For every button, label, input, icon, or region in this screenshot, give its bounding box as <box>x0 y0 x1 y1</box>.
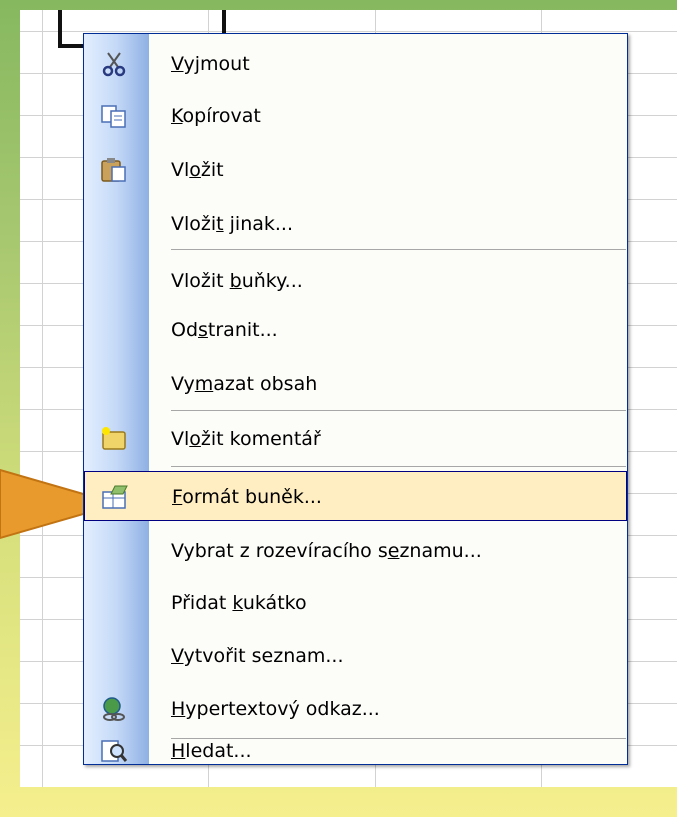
menu-separator <box>171 249 626 250</box>
menu-item-paste[interactable]: Vložit <box>84 145 627 195</box>
menu-item-clear-contents[interactable]: Vymazat obsah <box>84 359 627 409</box>
menu-item-label: Hypertextový odkaz... <box>171 698 380 720</box>
menu-item-label: Vložit buňky... <box>171 270 303 292</box>
menu-item-hyperlink[interactable]: Hypertextový odkaz... <box>84 684 627 734</box>
menu-item-label: Formát buněk... <box>172 486 322 508</box>
menu-item-delete[interactable]: Odstranit... <box>84 305 627 355</box>
menu-item-label: Hledat... <box>171 740 252 762</box>
menu-item-create-list[interactable]: Vytvořit seznam... <box>84 631 627 681</box>
menu-item-paste-special[interactable]: Vložit jinak... <box>84 199 627 249</box>
menu-item-label: Vytvořit seznam... <box>171 645 344 667</box>
menu-item-insert-cells[interactable]: Vložit buňky... <box>84 256 627 306</box>
copy-icon <box>101 105 126 128</box>
menu-item-label: Přidat kukátko <box>171 592 307 614</box>
menu-item-add-watch[interactable]: Přidat kukátko <box>84 578 627 628</box>
menu-item-cut[interactable]: Vyjmout <box>84 39 627 89</box>
menu-item-research[interactable]: Hledat... <box>84 739 627 763</box>
hyperlink-icon <box>103 697 125 721</box>
menu-item-label: Kopírovat <box>171 105 261 127</box>
context-menu: Vyjmout Kopírovat Vložit Vložit jinak...… <box>83 33 628 765</box>
paste-icon <box>101 158 126 182</box>
insert-comment-icon <box>102 427 126 450</box>
menu-item-format-cells[interactable]: Formát buněk... <box>84 471 627 521</box>
menu-item-pick-from-list[interactable]: Vybrat z rozevíracího seznamu... <box>84 526 627 576</box>
scissors-icon <box>102 52 126 77</box>
menu-item-copy[interactable]: Kopírovat <box>84 91 627 141</box>
menu-item-label: Vložit jinak... <box>171 213 294 235</box>
menu-item-label: Odstranit... <box>171 319 278 341</box>
menu-item-label: Vložit <box>171 159 224 181</box>
menu-separator <box>171 410 626 411</box>
menu-item-insert-comment[interactable]: Vložit komentář <box>84 414 627 464</box>
menu-item-label: Vyjmout <box>171 53 250 75</box>
format-cells-icon <box>102 485 128 509</box>
menu-separator <box>171 466 626 467</box>
research-icon <box>101 740 128 762</box>
menu-item-label: Vymazat obsah <box>171 373 318 395</box>
menu-item-label: Vybrat z rozevíracího seznamu... <box>171 540 482 562</box>
menu-item-label: Vložit komentář <box>171 428 321 450</box>
